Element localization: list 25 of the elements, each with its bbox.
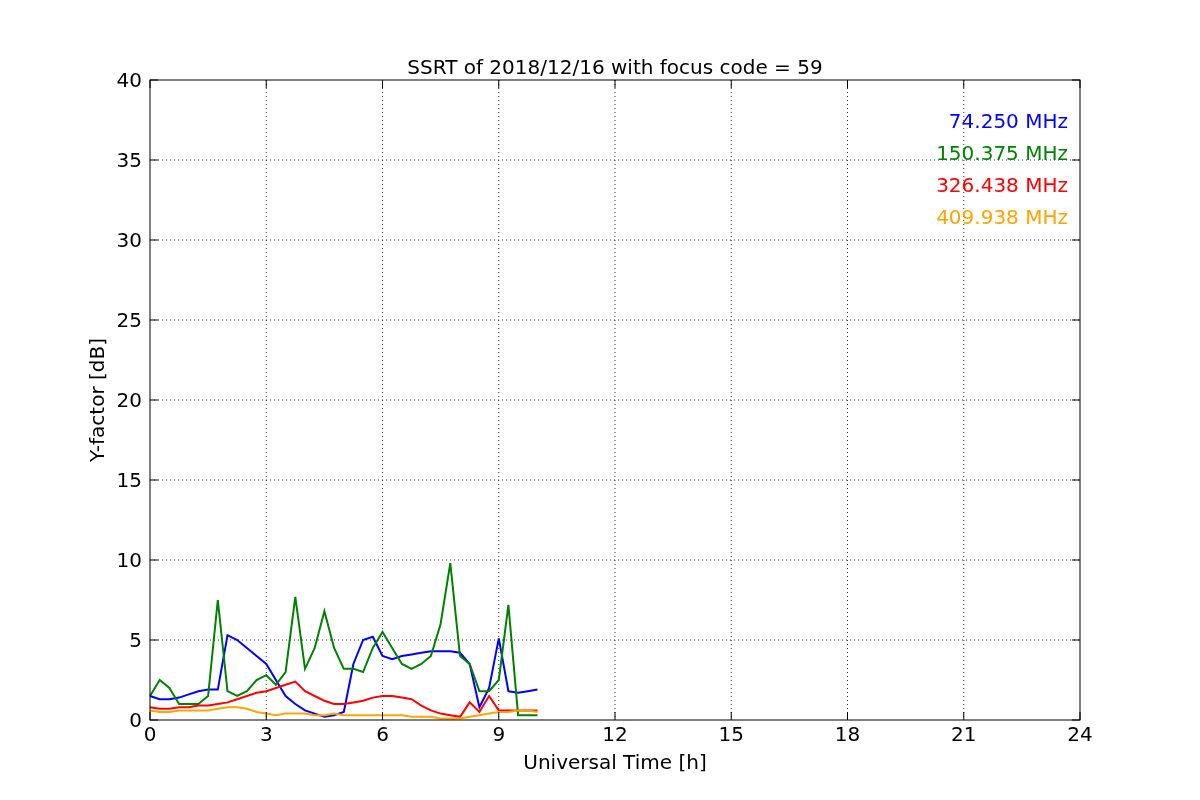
chart-title: SSRT of 2018/12/16 with focus code = 59 — [407, 55, 823, 79]
legend-label: 326.438 MHz — [936, 173, 1068, 197]
y-tick-label: 15 — [116, 468, 142, 492]
y-tick-label: 5 — [129, 628, 142, 652]
x-tick-label: 9 — [492, 722, 506, 746]
y-tick-label: 30 — [116, 228, 142, 252]
y-tick-label: 0 — [129, 708, 142, 732]
x-tick-label: 15 — [718, 722, 744, 746]
x-tick-label: 6 — [376, 722, 389, 746]
x-tick-label: 0 — [143, 722, 157, 746]
legend-label: 409.938 MHz — [936, 205, 1068, 229]
legend-label: 74.250 MHz — [948, 109, 1068, 133]
y-tick-label: 10 — [116, 548, 142, 572]
y-tick-label: 20 — [116, 388, 142, 412]
legend-label: 150.375 MHz — [936, 141, 1068, 165]
y-tick-label: 25 — [116, 308, 142, 332]
x-tick-label: 12 — [602, 722, 628, 746]
x-tick-label: 21 — [951, 722, 977, 746]
y-axis-label: Y-factor [dB] — [85, 338, 109, 462]
x-axis-label: Universal Time [h] — [523, 750, 707, 774]
y-tick-label: 35 — [116, 148, 142, 172]
x-tick-label: 18 — [834, 722, 861, 746]
y-tick-label: 40 — [116, 68, 142, 92]
x-tick-label: 24 — [1067, 722, 1093, 746]
x-tick-label: 3 — [259, 722, 273, 746]
